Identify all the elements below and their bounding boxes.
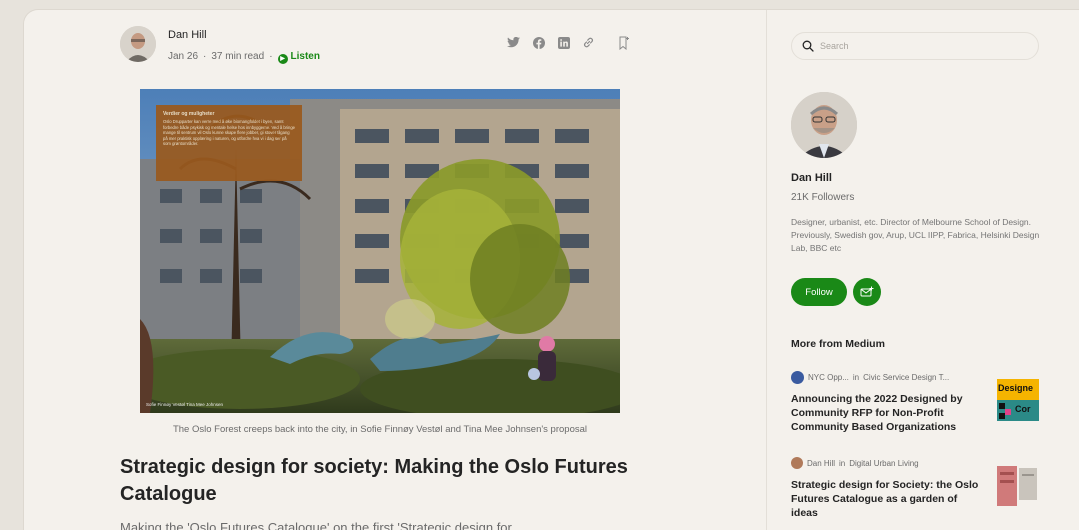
search-input[interactable] (820, 38, 1020, 54)
image-credit: Sofie Finnøy Vestøl Tina Mee Johnsen (146, 402, 224, 407)
mail-plus-icon (860, 286, 874, 297)
sidebar: Dan Hill 21K Followers Designer, urbanis… (766, 10, 1079, 530)
author-logo-icon (791, 457, 803, 469)
article-subtitle: Making the 'Oslo Futures Catalogue' on t… (120, 520, 512, 530)
image-caption: The Oslo Forest creeps back into the cit… (172, 424, 588, 435)
recommendation-title[interactable]: Strategic design for Society: the Oslo F… (791, 478, 981, 520)
image-overlay-body: Oslo Drupparter kan verre med å øke biom… (163, 119, 295, 147)
more-from-medium-heading: More from Medium (791, 338, 885, 350)
author-header: Dan Hill Jan 26 · 37 min read · ▶ Listen (120, 26, 630, 70)
search-icon (802, 40, 814, 52)
article-main: Dan Hill Jan 26·37 min read·▶Listen (24, 10, 766, 530)
recommendation-title[interactable]: Announcing the 2022 Designed by Communit… (791, 392, 981, 434)
article-meta: Jan 26 · 37 min read · ▶ Listen (168, 51, 320, 64)
publish-date: Jan 26 (168, 51, 199, 62)
author-name[interactable]: Dan Hill (168, 29, 207, 41)
subscribe-email-button[interactable] (853, 278, 881, 306)
bookmark-icon[interactable] (617, 36, 630, 50)
recommendation-thumbnail[interactable] (997, 466, 1039, 508)
play-icon: ▶ (277, 54, 288, 64)
browser-window: Dan Hill Jan 26·37 min read·▶Listen (24, 10, 1079, 530)
link-icon[interactable] (582, 36, 595, 49)
thumbnail-text-top: Designe (998, 383, 1034, 393)
listen-button[interactable]: ▶ Listen (277, 51, 320, 64)
twitter-icon[interactable] (507, 36, 520, 49)
author-avatar[interactable] (120, 26, 156, 62)
hero-image: Verdier og muligheter Oslo Drupparter ka… (140, 89, 620, 413)
facebook-icon[interactable] (532, 36, 545, 49)
linkedin-icon[interactable] (557, 36, 570, 49)
image-overlay-heading: Verdier og muligheter (163, 111, 215, 117)
profile-name[interactable]: Dan Hill (791, 172, 832, 184)
recommendation-author[interactable]: NYC Opp... (808, 373, 849, 382)
thumbnail-text-bottom: Cor (1015, 404, 1031, 414)
recommendation-thumbnail[interactable]: Designe Cor (997, 379, 1039, 421)
recommendation-publication[interactable]: Civic Service Design T... (863, 373, 949, 382)
article-title: Strategic design for society: Making the… (120, 456, 628, 505)
profile-avatar[interactable] (791, 92, 857, 158)
read-time: 37 min read (211, 51, 265, 62)
publication-logo-icon (791, 370, 804, 384)
followers-count[interactable]: 21K Followers (791, 192, 854, 203)
follow-button[interactable]: Follow (791, 278, 847, 306)
image-overlay-box: Verdier og muligheter Oslo Drupparter ka… (156, 105, 302, 181)
recommendation-publication[interactable]: Digital Urban Living (849, 459, 918, 468)
search-box[interactable] (791, 32, 1039, 60)
recommendation-item[interactable]: NYC Opp... in Civic Service Design T... … (791, 370, 1061, 434)
recommendation-item[interactable]: Dan Hill in Digital Urban Living Strateg… (791, 456, 1061, 520)
profile-bio: Designer, urbanist, etc. Director of Mel… (791, 217, 1040, 253)
recommendation-author[interactable]: Dan Hill (807, 459, 835, 468)
share-toolbar (507, 36, 630, 50)
